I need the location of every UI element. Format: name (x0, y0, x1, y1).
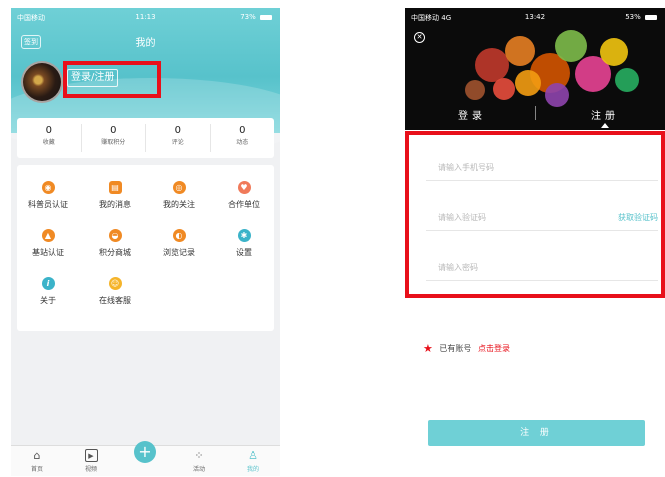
stat-value: 0 (174, 125, 181, 136)
tab-label: 我的 (246, 466, 259, 473)
menu-item-station-cert[interactable]: ▲ 基站认证 (18, 229, 78, 258)
tab-label: 活动 (192, 466, 205, 473)
password-placeholder: 请输入密码 (438, 263, 478, 272)
get-code-button[interactable]: 获取验证码 (618, 212, 658, 223)
message-icon: ▤ (108, 181, 122, 194)
battery-icon (260, 14, 272, 20)
page-title: 我的 (135, 38, 156, 49)
menu-item-about[interactable]: i 关于 (18, 277, 78, 306)
register-button[interactable]: 注 册 (428, 420, 645, 446)
stat-comments[interactable]: 0 评论 (146, 124, 211, 152)
register-header: 中国移动 4G 13:42 53% ✕ 登录 注册 (405, 8, 665, 130)
existing-account-text: 已有账号 (439, 344, 472, 353)
code-placeholder: 请输入验证码 (438, 213, 486, 222)
stat-value: 0 (110, 125, 117, 136)
battery-status: 53% (625, 13, 657, 21)
go-login-link[interactable]: 点击登录 (478, 344, 510, 353)
video-icon: ▶ (84, 449, 98, 462)
menu-item-label: 我的消息 (99, 200, 131, 209)
menu-item-label: 在线客服 (99, 296, 131, 305)
gear-icon: ✱ (237, 229, 251, 242)
stats-bar: 0 收藏 0 赚取积分 0 评论 0 动态 (17, 118, 274, 158)
menu-item-my-messages[interactable]: ▤ 我的消息 (85, 181, 145, 210)
tab-label: 视频 (84, 466, 97, 473)
history-icon: ◐ (172, 229, 186, 242)
close-icon[interactable]: ✕ (414, 32, 425, 43)
tab-video[interactable]: ▶ 视频 (71, 449, 111, 473)
tab-activity[interactable]: ⁘ 活动 (179, 449, 219, 473)
verification-code-field[interactable]: 请输入验证码 获取验证码 (426, 207, 658, 231)
bottom-tab-bar: ⌂ 首页 ▶ 视频 + ⁘ 活动 ♙ 我的 (11, 441, 280, 476)
tab-register[interactable]: 注册 (575, 107, 635, 122)
publish-plus-button[interactable]: + (134, 441, 156, 463)
stat-value: 0 (239, 125, 246, 136)
profile-screen: 中国移动 11:13 73% 签到 我的 登录/注册 0 收藏 0 赚取积分 0… (11, 8, 280, 476)
tab-label: 首页 (30, 466, 43, 473)
handshake-icon: ♥ (237, 181, 251, 194)
shop-basket-icon: ◒ (108, 229, 122, 242)
active-tab-indicator (601, 123, 609, 128)
stat-label: 收藏 (42, 139, 55, 146)
menu-item-partners[interactable]: ♥ 合作单位 (214, 181, 274, 210)
menu-item-online-service[interactable]: ☺ 在线客服 (85, 277, 145, 306)
profile-header: 中国移动 11:13 73% 签到 我的 登录/注册 (11, 8, 280, 158)
menu-item-science-popularizer-cert[interactable]: ◉ 科普员认证 (18, 181, 78, 210)
stat-posts[interactable]: 0 动态 (211, 124, 275, 152)
tab-divider (535, 106, 536, 120)
battery-percent: 73% (240, 13, 256, 21)
password-field[interactable]: 请输入密码 (426, 257, 658, 281)
menu-item-points-mall[interactable]: ◒ 积分商城 (85, 229, 145, 258)
battery-percent: 53% (625, 13, 641, 21)
customer-service-icon: ☺ (108, 277, 122, 290)
stat-label: 动态 (236, 139, 249, 146)
stat-value: 0 (45, 125, 52, 136)
stat-label: 赚取积分 (101, 139, 126, 146)
battery-status: 73% (240, 13, 272, 21)
menu-item-label: 合作单位 (228, 200, 260, 209)
star-icon: ★ (423, 342, 433, 355)
status-bar: 中国移动 4G 13:42 53% (405, 8, 665, 26)
page: 中国移动 11:13 73% 签到 我的 登录/注册 0 收藏 0 赚取积分 0… (0, 0, 665, 477)
register-screen: 中国移动 4G 13:42 53% ✕ 登录 注册 请输入手机号码 请输入验证码 (405, 8, 665, 476)
menu-item-label: 科普员认证 (28, 200, 68, 209)
menu-item-settings[interactable]: ✱ 设置 (214, 229, 274, 258)
profile-icon: ♙ (248, 449, 258, 462)
station-badge-icon: ▲ (41, 229, 55, 242)
menu-item-label: 我的关注 (163, 200, 195, 209)
menu-item-label: 设置 (236, 248, 252, 257)
phone-field[interactable]: 请输入手机号码 (426, 157, 658, 181)
tab-profile[interactable]: ♙ 我的 (233, 449, 273, 473)
home-icon: ⌂ (33, 449, 41, 462)
menu-grid: ◉ 科普员认证 ▤ 我的消息 ◎ 我的关注 ♥ 合作单位 ▲ 基站认证 ◒ 积分… (17, 165, 274, 331)
activity-icon: ⁘ (194, 449, 204, 462)
tab-home[interactable]: ⌂ 首页 (17, 449, 57, 473)
tab-login[interactable]: 登录 (442, 107, 502, 122)
shield-badge-icon: ◉ (41, 181, 55, 194)
stat-points[interactable]: 0 赚取积分 (82, 124, 146, 152)
menu-item-label: 关于 (40, 296, 56, 305)
existing-account-row: ★ 已有账号 点击登录 (423, 342, 510, 355)
menu-item-label: 浏览记录 (163, 248, 195, 257)
battery-icon (645, 14, 657, 20)
highlight-box-login (63, 61, 161, 98)
menu-item-browse-history[interactable]: ◐ 浏览记录 (149, 229, 209, 258)
status-bar: 中国移动 11:13 73% (11, 8, 280, 26)
highlight-box-form: 请输入手机号码 请输入验证码 获取验证码 请输入密码 (405, 131, 665, 298)
menu-item-my-follows[interactable]: ◎ 我的关注 (149, 181, 209, 210)
stat-label: 评论 (171, 139, 184, 146)
avatar[interactable] (21, 61, 63, 103)
info-icon: i (41, 277, 55, 290)
stat-favorites[interactable]: 0 收藏 (17, 124, 82, 152)
phone-placeholder: 请输入手机号码 (438, 163, 494, 172)
menu-item-label: 基站认证 (32, 248, 64, 257)
person-follow-icon: ◎ (172, 181, 186, 194)
menu-item-label: 积分商城 (99, 248, 131, 257)
